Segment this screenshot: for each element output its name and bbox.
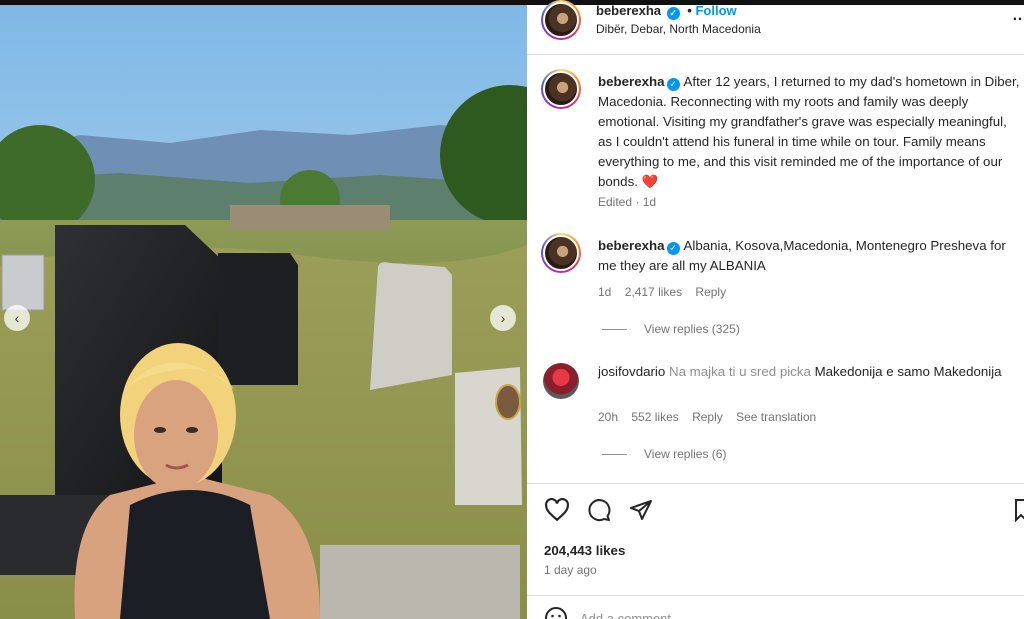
separator: • bbox=[687, 3, 692, 18]
comment-username[interactable]: josifovdario bbox=[598, 364, 665, 379]
divider bbox=[527, 483, 1024, 484]
post-location[interactable]: Dibër, Debar, North Macedonia bbox=[596, 22, 761, 36]
comment-age: 1d bbox=[598, 285, 612, 299]
post-timestamp: 1 day ago bbox=[544, 563, 597, 577]
post-username[interactable]: beberexha bbox=[596, 3, 661, 18]
comment: beberexha ✓ Albania, Kosova,Macedonia, Mon… bbox=[598, 236, 1024, 276]
heart-icon[interactable] bbox=[544, 498, 570, 522]
post-photo[interactable]: ‹ › bbox=[0, 5, 527, 619]
action-bar bbox=[544, 498, 654, 522]
comment-icon[interactable] bbox=[586, 498, 612, 522]
post-panel: beberexha ✓ • Follow Dibër, Debar, North… bbox=[527, 0, 1024, 619]
post-image bbox=[0, 5, 527, 619]
divider bbox=[527, 54, 1024, 55]
caption-username[interactable]: beberexha bbox=[598, 74, 665, 89]
follow-button[interactable]: Follow bbox=[695, 3, 736, 18]
verified-icon: ✓ bbox=[666, 242, 680, 255]
emoji-icon[interactable] bbox=[544, 606, 568, 619]
comment-likes[interactable]: 552 likes bbox=[631, 410, 678, 424]
view-replies-button[interactable]: View replies (6) bbox=[602, 447, 726, 461]
caption-meta: Edited · 1d bbox=[598, 195, 657, 209]
avatar[interactable] bbox=[543, 363, 579, 399]
view-replies-label: View replies (6) bbox=[644, 447, 727, 461]
reply-button[interactable]: Reply bbox=[695, 285, 726, 299]
comment-input[interactable]: Add a comment... bbox=[580, 611, 682, 619]
view-replies-button[interactable]: View replies (325) bbox=[602, 322, 740, 336]
verified-icon: ✓ bbox=[666, 78, 680, 91]
comment-likes[interactable]: 2,417 likes bbox=[625, 285, 682, 299]
divider bbox=[602, 328, 627, 330]
see-translation-button[interactable]: See translation bbox=[736, 410, 816, 424]
bookmark-icon[interactable] bbox=[1015, 498, 1024, 522]
reply-button[interactable]: Reply bbox=[692, 410, 723, 424]
comment: josifovdario Na majka ti u sred picka Ma… bbox=[598, 362, 1024, 382]
caption: beberexha ✓ After 12 years, I returned to … bbox=[598, 72, 1024, 192]
comment-text: Makedonija e samo Makedonija bbox=[814, 364, 1002, 379]
comment-username[interactable]: beberexha bbox=[598, 238, 665, 253]
more-options-icon[interactable]: … bbox=[1012, 7, 1024, 25]
divider bbox=[602, 453, 627, 455]
caption-text: After 12 years, I returned to my dad's h… bbox=[598, 74, 1020, 189]
chevron-right-icon[interactable]: › bbox=[490, 305, 516, 331]
comment-meta: 1d 2,417 likes Reply bbox=[598, 285, 736, 299]
view-replies-label: View replies (325) bbox=[644, 322, 740, 336]
avatar[interactable] bbox=[541, 69, 581, 109]
chevron-left-icon[interactable]: ‹ bbox=[4, 305, 30, 331]
post-header: beberexha ✓ • Follow bbox=[596, 3, 737, 20]
avatar[interactable] bbox=[541, 0, 581, 40]
comment-age: 20h bbox=[598, 410, 619, 424]
add-comment-row: Add a comment... bbox=[544, 606, 682, 619]
avatar[interactable] bbox=[541, 233, 581, 273]
heart-emoji: ❤️ bbox=[641, 174, 659, 189]
divider bbox=[527, 595, 1024, 596]
likes-count[interactable]: 204,443 likes bbox=[544, 543, 625, 558]
comment-meta: 20h 552 likes Reply See translation bbox=[598, 410, 826, 424]
verified-icon: ✓ bbox=[666, 7, 680, 20]
share-icon[interactable] bbox=[628, 498, 654, 522]
comment-text-muted: Na majka ti u sred picka bbox=[668, 364, 811, 379]
